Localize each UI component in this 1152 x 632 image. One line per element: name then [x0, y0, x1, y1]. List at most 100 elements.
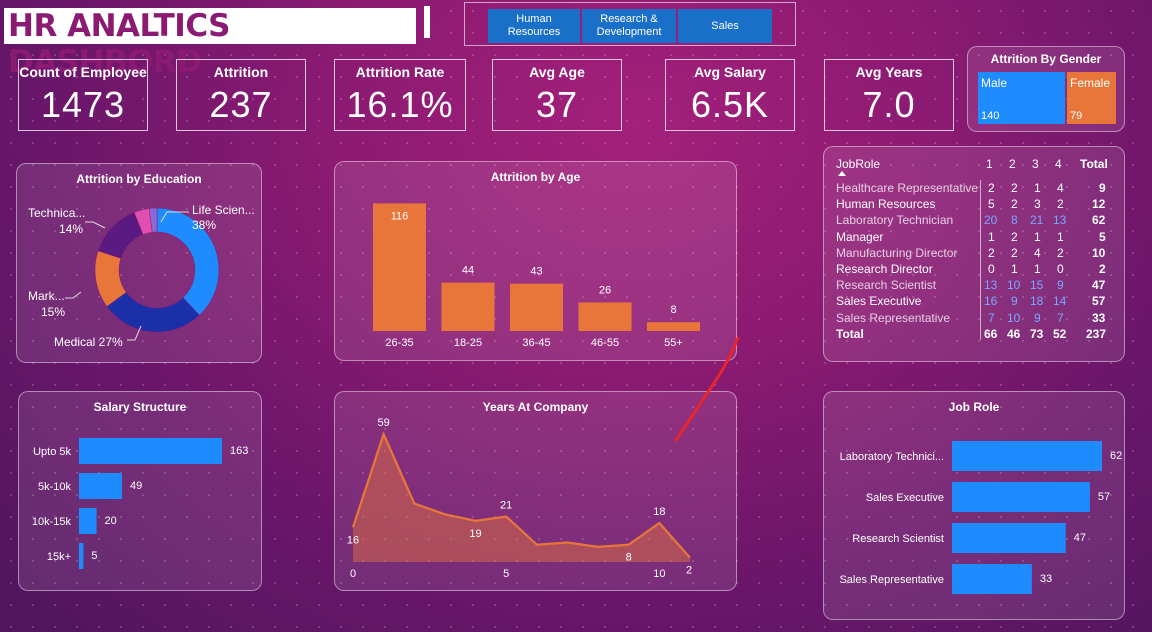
- matrix-total-cell: 5: [1099, 229, 1106, 244]
- matrix-value-cell: 7: [988, 310, 995, 325]
- matrix-total-cell: 47: [1092, 278, 1106, 293]
- years-x-tick: 10: [653, 568, 665, 580]
- matrix-value-cell: 8: [1011, 213, 1018, 228]
- matrix-value-cell: 46: [1007, 326, 1021, 341]
- matrix-value-cell: 14: [1053, 294, 1067, 309]
- salary-bar[interactable]: [79, 438, 222, 464]
- gender-female-tile[interactable]: Female 79: [1067, 72, 1116, 124]
- female-value: 79: [1070, 110, 1083, 122]
- matrix-total-cell: 237: [1086, 326, 1107, 341]
- salary-value-label: 163: [230, 445, 248, 457]
- matrix-value-cell: 1: [1034, 262, 1041, 276]
- matrix-value-cell: 5: [988, 197, 995, 212]
- kpi-label: Attrition Rate: [355, 64, 445, 80]
- matrix-row[interactable]: Research Scientist 13 10 15 9 47: [836, 277, 1116, 293]
- job-role-category-label: Laboratory Technici...: [840, 451, 944, 463]
- header-total[interactable]: Total: [1080, 156, 1108, 172]
- age-bar-label: 8: [670, 304, 676, 316]
- matrix-role-cell: Sales Representative: [836, 310, 951, 325]
- slicer-label: Research & Development: [596, 13, 662, 38]
- header-col[interactable]: 1: [986, 156, 993, 172]
- female-label: Female: [1070, 76, 1111, 90]
- salary-value-label: 20: [105, 515, 117, 527]
- gender-male-tile[interactable]: Male 140: [978, 72, 1065, 124]
- male-label: Male: [981, 76, 1008, 90]
- edu-label-technical-pct: 14%: [59, 222, 83, 236]
- header-col[interactable]: 2: [1009, 156, 1016, 172]
- salary-bar[interactable]: [79, 508, 97, 534]
- slicer-research-development[interactable]: Research & Development: [582, 9, 676, 43]
- job-role-category-label: Sales Representative: [839, 574, 944, 586]
- salary-category-label: 5k-10k: [38, 481, 72, 493]
- sort-ascending-icon[interactable]: [838, 171, 846, 176]
- kpi-value: 1473: [40, 84, 126, 125]
- kpi-value: 237: [209, 84, 273, 125]
- matrix-row[interactable]: Human Resources 5 2 3 2 12: [836, 196, 1116, 212]
- matrix-value-cell: 13: [984, 278, 998, 293]
- age-bar[interactable]: [578, 302, 632, 331]
- job-role-bar[interactable]: [952, 523, 1066, 553]
- age-bar[interactable]: [373, 203, 426, 331]
- years-area-fill: [353, 434, 690, 562]
- job-role-bar[interactable]: [952, 482, 1090, 512]
- years-data-label: 16: [347, 534, 359, 546]
- matrix-row[interactable]: Sales Representative 7 10 9 7 33: [836, 310, 1116, 326]
- salary-category-label: 10k-15k: [32, 516, 72, 528]
- job-role-bar[interactable]: [952, 564, 1032, 594]
- dashboard-title: HR ANALTICS DASHBORD: [4, 8, 416, 80]
- age-bar[interactable]: [441, 282, 495, 331]
- salary-bar[interactable]: [79, 473, 122, 499]
- matrix-row[interactable]: Healthcare Representative 2 2 1 4 9: [836, 180, 1116, 196]
- matrix-total-cell: 9: [1099, 181, 1106, 195]
- matrix-row[interactable]: Research Director 0 1 1 0 2: [836, 261, 1116, 277]
- matrix-row[interactable]: Manufacturing Director 2 2 4 2 10: [836, 245, 1116, 261]
- job-role-category-label: Sales Executive: [866, 492, 944, 504]
- job-role-value-label: 57: [1098, 491, 1110, 503]
- header-col[interactable]: 3: [1032, 156, 1039, 172]
- matrix-role-cell: Research Director: [836, 262, 933, 276]
- matrix-value-cell: 16: [984, 294, 998, 309]
- matrix-total-cell: 62: [1092, 213, 1106, 228]
- kpi-label: Avg Age: [529, 64, 585, 80]
- matrix-total-row[interactable]: Total 66 46 73 52 237: [836, 326, 1116, 342]
- matrix-value-cell: 0: [1057, 262, 1064, 276]
- job-role-panel: Job Role Laboratory Technici... 62 Sales E…: [823, 391, 1125, 620]
- kpi-value: 6.5K: [690, 84, 770, 125]
- age-bar[interactable]: [510, 283, 563, 331]
- salary-bar[interactable]: [79, 543, 84, 569]
- matrix-role-cell: Human Resources: [836, 197, 936, 212]
- edu-label-life-sciences: Life Scien...: [192, 203, 255, 217]
- matrix-value-cell: 13: [1053, 213, 1067, 228]
- matrix-value-cell: 3: [1034, 197, 1041, 212]
- job-role-bar[interactable]: [952, 441, 1102, 471]
- kpi-label: Count of Employee: [19, 64, 147, 80]
- male-value: 140: [981, 110, 1000, 122]
- years-data-label: 19: [469, 528, 481, 540]
- job-role-category-label: Research Scientist: [852, 533, 944, 545]
- matrix-total-cell: 12: [1092, 197, 1106, 212]
- matrix-value-cell: 73: [1030, 326, 1044, 341]
- matrix-value-cell: 10: [1007, 278, 1021, 293]
- slicer-sales[interactable]: Sales: [678, 9, 772, 43]
- matrix-value-cell: 2: [1011, 229, 1018, 244]
- matrix-row[interactable]: Sales Executive 16 9 18 14 57: [836, 293, 1116, 309]
- header-col[interactable]: 4: [1055, 156, 1062, 172]
- matrix-row[interactable]: Manager 1 2 1 1 5: [836, 229, 1116, 245]
- matrix-role-cell: Sales Executive: [836, 294, 922, 309]
- years-x-tick: 0: [350, 568, 356, 580]
- slicer-label: Sales: [711, 19, 739, 32]
- header-jobrole[interactable]: JobRole: [836, 156, 880, 172]
- age-category-label: 26-35: [385, 337, 413, 349]
- matrix-role-cell: Laboratory Technician: [836, 213, 954, 228]
- years-data-label: 18: [653, 506, 665, 518]
- donut-slice[interactable]: [97, 212, 144, 259]
- matrix-value-cell: 1: [1034, 181, 1041, 195]
- job-role-chart: Laboratory Technici... 62 Sales Executive 5…: [839, 441, 1122, 594]
- matrix-value-cell: 2: [1057, 197, 1064, 212]
- matrix-value-cell: 10: [1007, 310, 1021, 325]
- matrix-value-cell: 7: [1057, 310, 1064, 325]
- matrix-value-cell: 1: [1057, 229, 1064, 244]
- slicer-human-resources[interactable]: Human Resources: [488, 9, 580, 43]
- kpi-value: 16.1%: [346, 84, 454, 125]
- matrix-row[interactable]: Laboratory Technician 20 8 21 13 62: [836, 212, 1116, 228]
